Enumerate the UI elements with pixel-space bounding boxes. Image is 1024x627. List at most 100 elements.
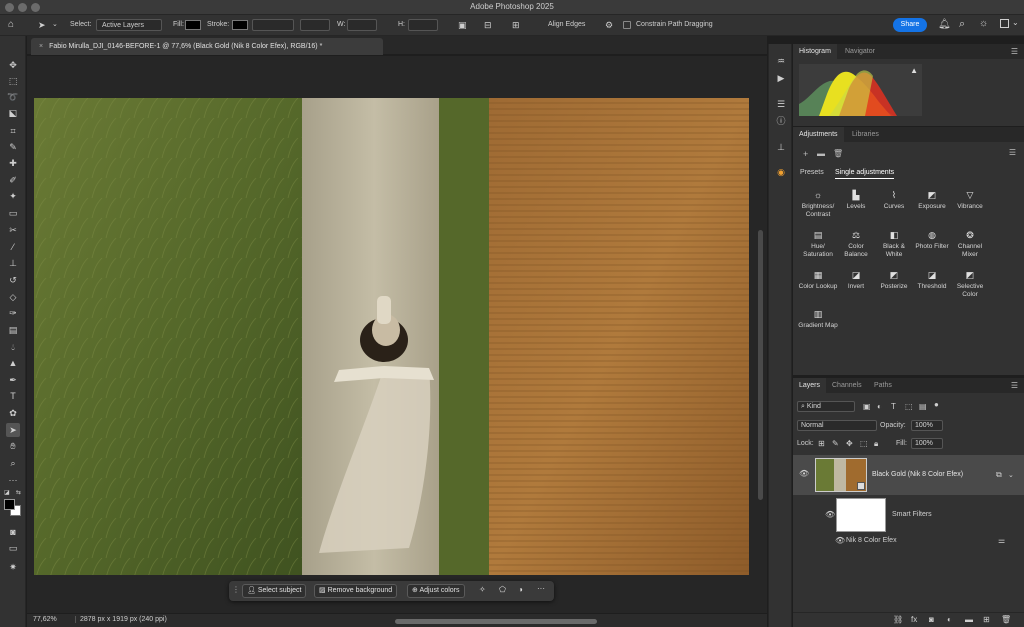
trash-icon[interactable]: 🗑︎ (833, 149, 843, 158)
adj-gradient-map[interactable]: ▥ Gradient Map (798, 309, 838, 330)
workspace-icon[interactable] (1000, 19, 1009, 28)
pen-tool-icon[interactable]: ✒ (6, 373, 20, 387)
tab-histogram[interactable]: Histogram (793, 44, 837, 59)
tab-single-adjustments[interactable]: Single adjustments (835, 169, 895, 179)
adj-threshold[interactable]: ◪ Threshold (912, 270, 952, 291)
adj-invert[interactable]: ◪ Invert (836, 270, 876, 291)
tab-layers[interactable]: Layers (793, 378, 827, 393)
adj-channel-mixer[interactable]: ❂ Channel Mixer (950, 230, 990, 259)
lock-all-icon[interactable]: 🔒︎ (874, 439, 878, 449)
screen-mode-icon[interactable]: ▭ (6, 541, 20, 555)
layer-name[interactable]: Black Gold (Nik 8 Color Efex) (872, 471, 963, 478)
play-icon[interactable]: ▶ (774, 71, 788, 85)
tab-channels[interactable]: Channels (826, 378, 868, 393)
fill-swatch[interactable] (185, 20, 201, 30)
mask-icon[interactable]: ◑ (518, 585, 523, 594)
path-operations-icon[interactable]: ▣ (458, 19, 467, 31)
panel-menu-icon[interactable]: ☰ (1011, 47, 1018, 56)
adj-exposure[interactable]: ◩ Exposure (912, 190, 952, 211)
actions-icon[interactable]: ♒︎ (774, 54, 788, 68)
document-dimensions[interactable]: 2878 px x 1919 px (240 ppi) (75, 616, 167, 623)
new-layer-icon[interactable]: ⊞ (983, 615, 990, 624)
tool-preset-chevron-icon[interactable]: ⌄ (52, 19, 58, 31)
history-brush-tool-icon[interactable]: ↺ (6, 273, 20, 287)
adj-curves[interactable]: ⌇ Curves (874, 190, 914, 211)
hand-tool-icon[interactable]: ✋︎ (6, 439, 20, 453)
more-tools-icon[interactable]: ··· (6, 473, 20, 487)
eyedropper-tool-icon[interactable]: ✎ (6, 140, 20, 154)
filter-options-icon[interactable]: ⚌ (998, 536, 1005, 545)
filter-shape-icon[interactable]: ⬚ (905, 402, 913, 411)
horizontal-scrollbar[interactable] (395, 619, 597, 624)
stamp-icon[interactable]: ⊥ (774, 140, 788, 154)
drag-handle-icon[interactable]: ⋮ (232, 585, 240, 594)
height-field[interactable] (408, 19, 438, 31)
plugin-icon[interactable]: ◉ (774, 165, 788, 179)
layer-row[interactable]: 👁︎ Black Gold (Nik 8 Color Efex) ⧉ ⌄ (793, 455, 1024, 495)
type-tool-icon[interactable]: T (6, 389, 20, 403)
layers-menu-icon[interactable]: ☰ (1011, 381, 1018, 390)
smart-filters-eye-icon[interactable]: 👁︎ (825, 510, 835, 519)
eraser-tool-icon[interactable]: ◇ (6, 290, 20, 304)
add-mask-icon[interactable]: ◙ (929, 615, 934, 624)
brush-tool-icon[interactable]: ✐ (6, 173, 20, 187)
object-selection-tool-icon[interactable]: ⬕ (6, 106, 20, 120)
filter-pixel-icon[interactable]: ▣ (863, 402, 871, 411)
adj-brightness-contrast[interactable]: ☼ Brightness/ Contrast (798, 190, 838, 219)
smart-filters-row[interactable]: 👁︎ Smart Filters (793, 496, 1024, 536)
folder-icon[interactable]: ▬ (817, 149, 825, 158)
path-selection-tool-button-icon[interactable]: ➤ (6, 423, 20, 437)
lock-position-icon[interactable]: ✥ (846, 439, 853, 448)
filter-type-icon[interactable]: T (891, 402, 896, 411)
opacity-field[interactable]: 100% (911, 420, 943, 431)
close-tab-icon[interactable]: × (39, 43, 43, 50)
lock-transparent-icon[interactable]: ⊞ (818, 439, 825, 448)
blend-mode-dropdown[interactable]: Normal (797, 420, 877, 431)
document-tab[interactable]: × Fabio Mirulla_DJI_0146-BEFORE-1 @ 77,6%… (31, 38, 383, 55)
path-arrangement-icon[interactable]: ⊞ (512, 19, 520, 31)
document-image[interactable] (34, 98, 749, 575)
adj-black-white[interactable]: ◧ Black & White (874, 230, 914, 259)
stroke-swatch[interactable] (232, 20, 248, 30)
properties-icon[interactable]: ☰ (774, 97, 788, 111)
layer-style-icon[interactable]: fx (911, 615, 917, 624)
custom-shape-tool-icon[interactable]: ✿ (6, 406, 20, 420)
link-layers-icon[interactable]: ⛓︎ (893, 615, 903, 624)
transform-icon[interactable]: ⬠ (499, 585, 506, 594)
width-field[interactable] (347, 19, 377, 31)
foreground-color-swatch[interactable] (4, 499, 15, 510)
swap-colors-icon[interactable]: ⇆ (16, 489, 21, 496)
workspace-chevron-icon[interactable]: ⌄ (1012, 18, 1019, 27)
crop-tool-icon[interactable]: ⌗ (6, 124, 20, 138)
filter-kind-dropdown[interactable]: ⌕ Kind (797, 401, 855, 412)
adj-color-balance[interactable]: ⚖ Color Balance (836, 230, 876, 259)
adjust-colors-button[interactable]: ⊕ Adjust colors (407, 584, 465, 598)
more-options-icon[interactable]: ··· (537, 584, 545, 593)
bell-icon[interactable]: 🔔︎ (938, 19, 951, 30)
default-colors-icon[interactable]: ◪ (4, 489, 10, 496)
add-icon[interactable]: + (803, 149, 808, 159)
sparkle-icon[interactable]: ✧ (479, 585, 486, 594)
select-subject-button[interactable]: 👤︎ Select subject (242, 584, 307, 598)
adj-hue-saturation[interactable]: ▤ Hue/ Saturation (798, 230, 838, 259)
expand-collapse-icon[interactable]: ⌄ (1008, 471, 1014, 479)
gear-icon[interactable]: ⚙ (605, 19, 613, 31)
filter-name[interactable]: Nik 8 Color Efex (846, 537, 897, 544)
warning-icon[interactable]: ▲ (910, 66, 918, 75)
blur-tool-icon[interactable]: 💧︎ (6, 340, 20, 354)
marquee-tool-icon[interactable]: ⬚ (6, 74, 20, 88)
eraser-alt-tool-icon[interactable]: ▭ (6, 206, 20, 220)
clone-stamp-tool-icon[interactable]: ⊥ (6, 256, 20, 270)
smart-filter-mask[interactable] (836, 498, 886, 532)
adj-levels[interactable]: ▙ Levels (836, 190, 876, 211)
tab-paths[interactable]: Paths (868, 378, 898, 393)
tab-libraries[interactable]: Libraries (846, 127, 885, 142)
path-alignment-icon[interactable]: ⊟ (484, 19, 492, 31)
zoom-tool-icon[interactable]: ⌕ (6, 456, 20, 470)
brush2-tool-icon[interactable]: ⁄ (6, 240, 20, 254)
delete-layer-icon[interactable]: 🗑︎ (1001, 615, 1011, 624)
home-icon[interactable]: ⌂ (8, 19, 14, 31)
tab-navigator[interactable]: Navigator (839, 44, 881, 59)
lock-artboard-icon[interactable]: ⬚ (860, 439, 868, 448)
quick-mask-icon[interactable]: ◙ (6, 525, 20, 539)
